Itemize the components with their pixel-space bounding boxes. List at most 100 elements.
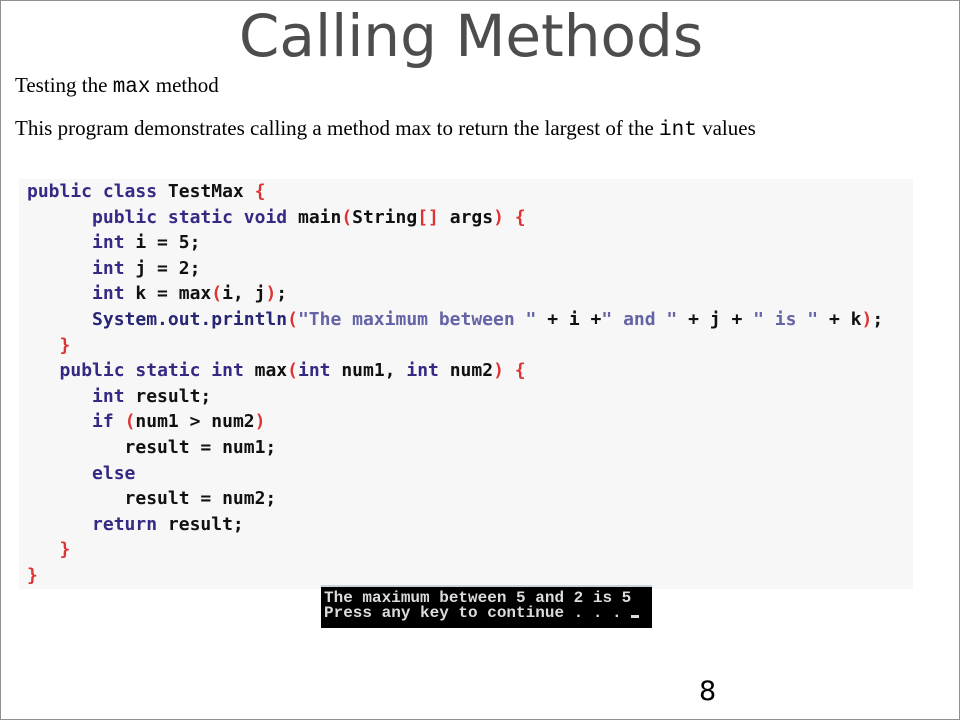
code-text: args: [438, 206, 494, 228]
code-line: System.out.println("The maximum between …: [27, 307, 883, 333]
page-number: 8: [699, 676, 717, 707]
code-keyword: int: [92, 257, 125, 279]
console-cursor-icon: [631, 615, 640, 618]
subtitle-text-after: method: [150, 73, 219, 97]
code-string: "The maximum between ": [297, 308, 537, 330]
code-text: max: [243, 360, 288, 382]
code-panel: public class TestMax { public static voi…: [19, 179, 913, 589]
code-line: }: [27, 537, 883, 563]
code-keyword: else: [92, 462, 136, 484]
console-output: The maximum between 5 and 2 is 5 Press an…: [321, 585, 652, 628]
code-text: ;: [276, 283, 288, 305]
code-text: result = num1;: [27, 436, 277, 458]
description-text-after: values: [696, 116, 756, 140]
slide-description: This program demonstrates calling a meth…: [15, 116, 756, 143]
code-keyword: int: [406, 360, 439, 382]
code-keyword: public: [92, 206, 158, 228]
code-punctuation: {: [514, 206, 526, 228]
code-line: public static int max(int num1, int num2…: [27, 358, 883, 384]
slide: Calling Methods Testing the max method T…: [0, 0, 960, 720]
console-line-prompt: Press any key to continue . . .: [324, 604, 652, 622]
code-keyword: int: [92, 283, 125, 305]
code-text: num2: [438, 360, 494, 382]
code-text: TestMax: [157, 181, 255, 202]
code-string: " and ": [601, 308, 678, 330]
code-line: }: [27, 333, 883, 359]
code-keyword: int: [92, 385, 125, 407]
code-keyword: int: [92, 232, 125, 254]
code-text: k = max: [124, 283, 212, 305]
code-punctuation: ): [254, 411, 266, 433]
code-text: i, j: [222, 283, 266, 305]
code-punctuation: ): [493, 360, 504, 382]
code-line: public class TestMax {: [27, 179, 883, 205]
code-line: int i = 5;: [27, 230, 883, 256]
slide-title: Calling Methods: [238, 2, 704, 70]
code-punctuation: }: [59, 539, 71, 561]
code-line: result = num2;: [27, 486, 883, 512]
subtitle-text-before: Testing the: [15, 73, 113, 97]
code-line: int result;: [27, 384, 883, 410]
code-string: " is ": [753, 308, 819, 330]
code-keyword: public: [59, 360, 125, 382]
code-punctuation: (: [211, 283, 223, 305]
code-text: num1 > num2: [135, 411, 255, 433]
description-code-term: int: [659, 119, 697, 142]
code-text: j = 2;: [124, 257, 201, 279]
code-punctuation: }: [27, 564, 38, 586]
code-listing: public class TestMax { public static voi…: [27, 179, 883, 589]
code-punctuation: {: [514, 360, 526, 382]
console-line-text: Press any key to continue . . .: [324, 604, 622, 622]
code-text: String: [352, 206, 418, 228]
code-text: ;: [872, 308, 884, 330]
code-punctuation: (: [341, 206, 353, 228]
code-keyword: return: [92, 513, 158, 535]
code-keyword: if: [92, 411, 114, 433]
code-text: result;: [157, 513, 244, 535]
code-line: int k = max(i, j);: [27, 281, 883, 307]
subtitle-code-term: max: [112, 76, 151, 99]
code-text: result;: [124, 385, 212, 407]
code-text: num1,: [330, 360, 407, 382]
code-punctuation: (: [287, 360, 298, 382]
code-punctuation: ): [265, 283, 277, 305]
code-line: return result;: [27, 512, 883, 538]
code-punctuation: []: [417, 206, 439, 228]
code-keyword: int: [211, 360, 244, 382]
code-keyword: static: [135, 360, 201, 382]
code-identifier: System.out.println: [92, 308, 288, 330]
code-keyword: int: [297, 360, 331, 382]
code-line: public static void main(String[] args) {: [27, 205, 883, 231]
code-punctuation: (: [124, 411, 136, 433]
code-line: int j = 2;: [27, 256, 883, 282]
code-text: + j +: [677, 308, 754, 330]
code-punctuation: (: [287, 308, 298, 330]
code-keyword: class: [102, 181, 158, 202]
code-line: if (num1 > num2): [27, 409, 883, 435]
code-keyword: static: [167, 206, 233, 228]
code-text: main: [287, 206, 342, 228]
code-punctuation: ): [861, 308, 873, 330]
code-keyword: void: [243, 206, 288, 228]
code-keyword: public: [27, 181, 93, 202]
code-punctuation: }: [59, 334, 71, 356]
code-line: else: [27, 461, 883, 487]
code-punctuation: {: [254, 181, 266, 202]
code-text: i = 5;: [124, 232, 201, 254]
